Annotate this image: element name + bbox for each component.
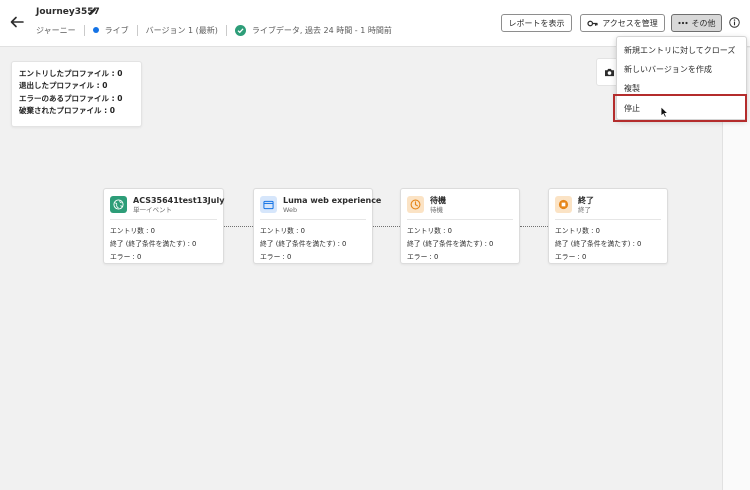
node-exits-stat: 終了 (終了条件を満たす) : 0 bbox=[260, 240, 347, 248]
more-label: その他 bbox=[691, 18, 716, 28]
live-data-range-label: ライブデータ, 過去 24 時間 - 1 時間前 bbox=[251, 25, 392, 35]
clock-icon bbox=[407, 196, 424, 213]
journey-type-label: ジャーニー bbox=[36, 25, 76, 35]
checkmark-circle-icon bbox=[234, 24, 246, 36]
node-subtitle: 単一イベント bbox=[133, 206, 172, 214]
node-exits-stat: 終了 (終了条件を満たす) : 0 bbox=[407, 240, 494, 248]
node-subtitle: 待機 bbox=[430, 206, 443, 214]
journey-profile-stats: エントリしたプロファイル : 0 退出したプロファイル : 0 エラーのあるプロ… bbox=[11, 61, 142, 127]
menu-item-close-new-entries[interactable]: 新規エントリに対してクローズ bbox=[617, 41, 746, 60]
camera-icon bbox=[604, 68, 614, 76]
node-errors-stat: エラー : 0 bbox=[407, 253, 439, 261]
node-connector bbox=[373, 226, 400, 227]
manage-access-button[interactable]: アクセスを管理 bbox=[580, 14, 665, 32]
node-title: ACS35641test13July bbox=[133, 196, 225, 205]
discarded-profiles-stat: 破棄されたプロファイル : 0 bbox=[19, 105, 115, 115]
live-status-dot-icon bbox=[92, 27, 99, 33]
back-arrow-icon[interactable] bbox=[9, 14, 25, 30]
node-header: 待機 待機 bbox=[407, 195, 513, 219]
journey-node-wait[interactable]: 待機 待機 エントリ数 : 0 終了 (終了条件を満たす) : 0 エラー : … bbox=[400, 188, 520, 264]
node-header: 終了 終了 bbox=[555, 195, 661, 219]
node-entries-stat: エントリ数 : 0 bbox=[110, 227, 155, 235]
journey-meta: ジャーニー ライブ バージョン 1 (最新) ライブデータ, 過去 24 時間 … bbox=[36, 24, 392, 36]
view-report-label: レポートを表示 bbox=[508, 18, 565, 28]
journey-node-end[interactable]: 終了 終了 エントリ数 : 0 終了 (終了条件を満たす) : 0 エラー : … bbox=[548, 188, 668, 264]
edit-pencil-icon[interactable] bbox=[87, 6, 98, 17]
divider bbox=[136, 24, 138, 36]
node-exits-stat: 終了 (終了条件を満たす) : 0 bbox=[110, 240, 197, 248]
highlight-box bbox=[613, 94, 747, 122]
node-header: Luma web experience Web bbox=[260, 195, 381, 219]
view-report-button[interactable]: レポートを表示 bbox=[501, 14, 572, 32]
node-title: Luma web experience bbox=[283, 196, 382, 205]
node-header: ACS35641test13July 単一イベント bbox=[110, 195, 224, 219]
more-dots-icon bbox=[677, 21, 688, 25]
exited-profiles-stat: 退出したプロファイル : 0 bbox=[19, 81, 108, 91]
divider bbox=[407, 219, 513, 220]
web-page-icon bbox=[260, 196, 277, 213]
journey-node-event[interactable]: ACS35641test13July 単一イベント エントリ数 : 0 終了 (… bbox=[103, 188, 224, 264]
divider bbox=[555, 219, 661, 220]
divider bbox=[260, 219, 366, 220]
node-connector bbox=[520, 226, 548, 227]
entered-profiles-stat: エントリしたプロファイル : 0 bbox=[19, 69, 123, 78]
divider bbox=[225, 24, 227, 36]
node-entries-stat: エントリ数 : 0 bbox=[260, 227, 305, 235]
menu-item-create-version[interactable]: 新しいバージョンを作成 bbox=[617, 60, 746, 79]
node-title: 終了 bbox=[578, 196, 594, 205]
journey-version-label: バージョン 1 (最新) bbox=[145, 25, 218, 35]
key-icon bbox=[587, 20, 598, 26]
more-button[interactable]: その他 bbox=[671, 14, 722, 32]
node-exits-stat: 終了 (終了条件を満たす) : 0 bbox=[555, 240, 642, 248]
node-subtitle: Web bbox=[283, 206, 298, 214]
info-icon[interactable] bbox=[729, 17, 740, 28]
node-connector bbox=[224, 226, 253, 227]
node-errors-stat: エラー : 0 bbox=[110, 253, 142, 261]
node-errors-stat: エラー : 0 bbox=[555, 253, 587, 261]
globe-icon bbox=[110, 196, 127, 213]
manage-access-label: アクセスを管理 bbox=[602, 18, 658, 28]
divider bbox=[110, 219, 217, 220]
journey-node-web[interactable]: Luma web experience Web エントリ数 : 0 終了 (終了… bbox=[253, 188, 381, 264]
node-subtitle: 終了 bbox=[578, 206, 591, 214]
node-entries-stat: エントリ数 : 0 bbox=[407, 227, 452, 235]
journey-status-label: ライブ bbox=[104, 25, 129, 35]
mouse-cursor-icon bbox=[660, 106, 669, 118]
error-profiles-stat: エラーのあるプロファイル : 0 bbox=[19, 93, 123, 103]
stop-icon bbox=[555, 196, 572, 213]
node-entries-stat: エントリ数 : 0 bbox=[555, 227, 600, 235]
node-errors-stat: エラー : 0 bbox=[260, 253, 292, 261]
divider bbox=[83, 24, 85, 36]
node-title: 待機 bbox=[430, 196, 446, 205]
